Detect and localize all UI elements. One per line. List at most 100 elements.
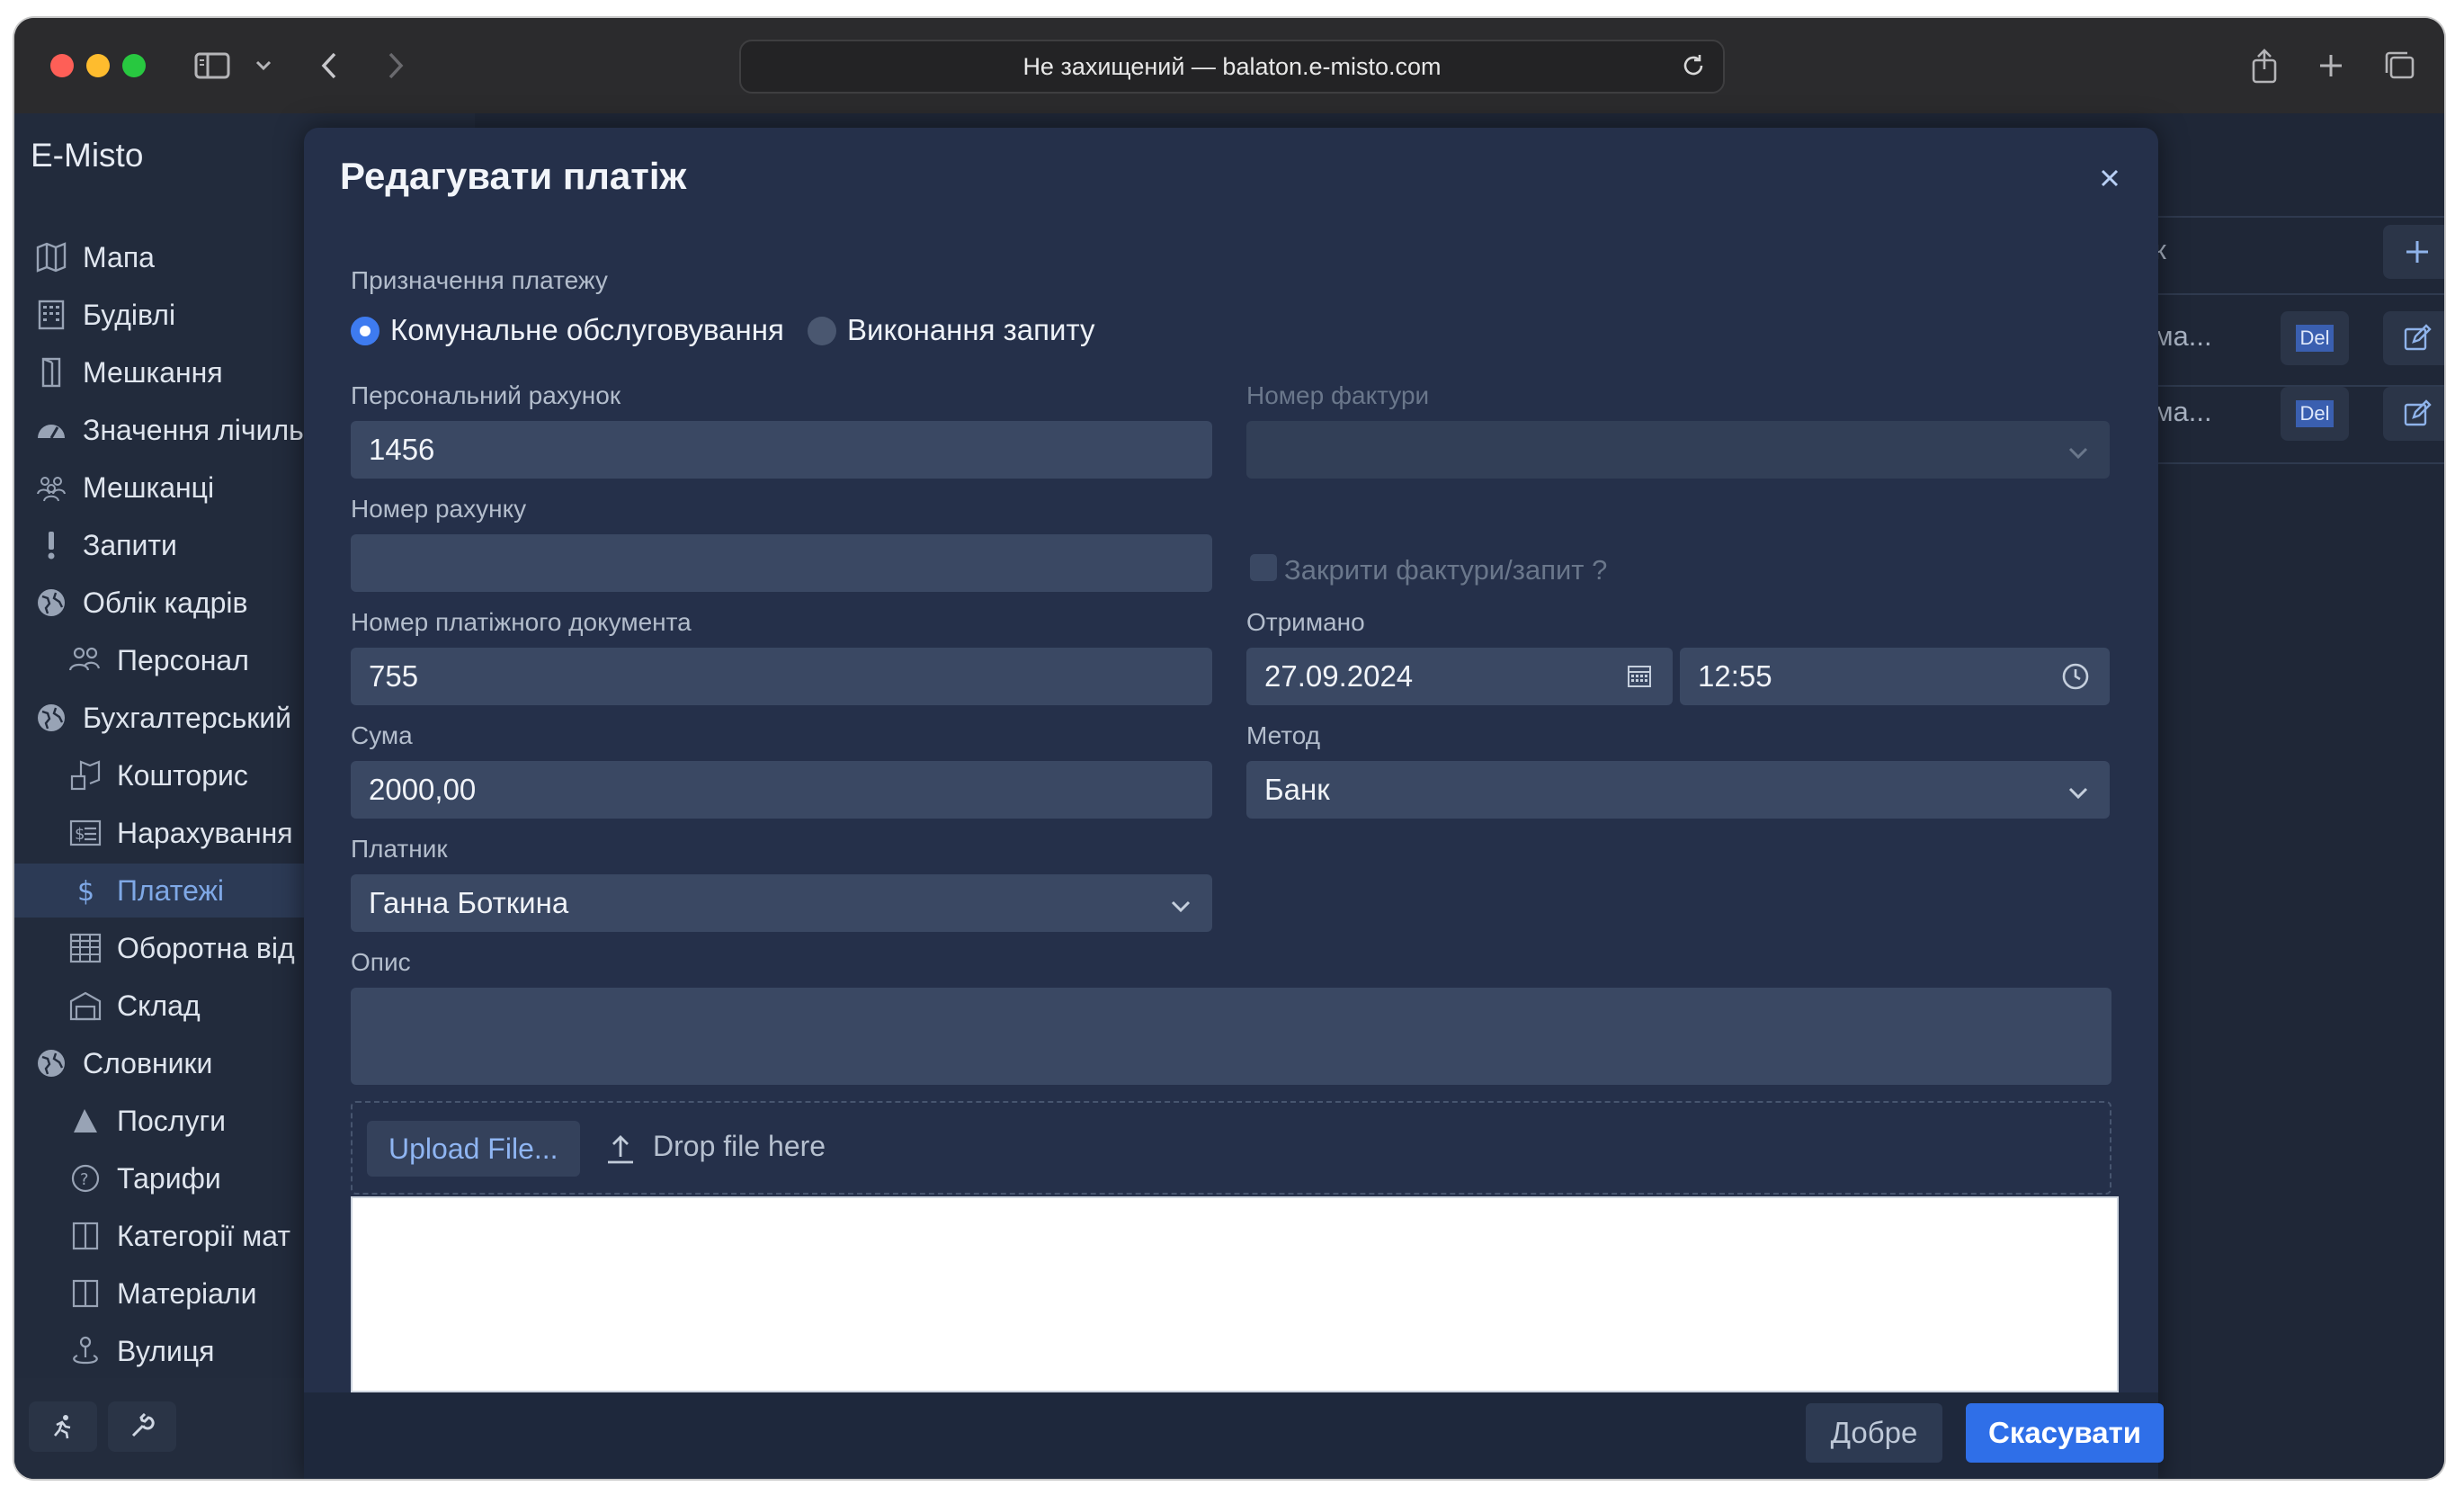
clock-icon[interactable] xyxy=(2061,662,2090,698)
reload-icon[interactable] xyxy=(1680,52,1707,85)
minimize-window-button[interactable] xyxy=(86,54,110,77)
payment-doc-value: 755 xyxy=(369,659,419,693)
chevron-down-icon xyxy=(2067,437,2090,471)
new-tab-icon[interactable] xyxy=(2311,45,2351,86)
radio-request[interactable] xyxy=(808,317,836,345)
dialog-footer: Добре Скасувати xyxy=(304,1392,2164,1479)
del-icon: Del xyxy=(2296,400,2334,427)
edit-icon xyxy=(2404,324,2432,351)
delete-button[interactable]: Del xyxy=(2281,311,2349,365)
received-time-field[interactable]: 12:55 xyxy=(1680,648,2110,705)
del-icon: Del xyxy=(2296,325,2334,352)
sidebar-item-label: Платежі xyxy=(117,873,225,907)
personal-account-field[interactable]: 1456 xyxy=(351,421,1212,479)
sidebar-item-label: Тарифи xyxy=(117,1161,221,1195)
method-label: Метод xyxy=(1246,721,1321,749)
radio-request-label[interactable]: Виконання запиту xyxy=(847,313,1094,347)
settings-button[interactable] xyxy=(108,1401,176,1452)
account-number-field[interactable] xyxy=(351,534,1212,592)
method-select[interactable]: Банк xyxy=(1246,761,2110,819)
browser-toolbar: Не захищений — balaton.e-misto.com xyxy=(14,18,2444,115)
personal-account-label: Персональний рахунок xyxy=(351,381,621,409)
dollar-icon: $ xyxy=(65,870,106,911)
chevron-down-icon xyxy=(2067,777,2090,811)
cancel-button[interactable]: Скасувати xyxy=(1966,1403,2164,1463)
sidebar-item-label: Бухгалтерський xyxy=(83,701,292,734)
purpose-label: Призначення платежу xyxy=(351,266,608,294)
sidebar-item-label: Мапа xyxy=(83,240,155,273)
question-icon: ? xyxy=(65,1158,106,1199)
ok-button[interactable]: Добре xyxy=(1806,1403,1942,1463)
svg-text:$: $ xyxy=(77,876,94,908)
warehouse-icon xyxy=(65,985,106,1026)
add-button[interactable] xyxy=(2383,225,2444,279)
payer-value: Ганна Боткина xyxy=(369,886,569,919)
calendar-icon[interactable] xyxy=(1626,662,1653,696)
edit-button[interactable] xyxy=(2383,387,2444,441)
columns-icon xyxy=(65,1273,106,1314)
url-text: Не захищений — balaton.e-misto.com xyxy=(1022,52,1442,80)
file-preview-area xyxy=(351,1196,2119,1392)
sidebar-item-label: Облік кадрів xyxy=(83,586,248,619)
close-invoices-label: Закрити фактури/запит ? xyxy=(1284,554,1608,586)
browser-window: Не захищений — balaton.e-misto.com E-Mis… xyxy=(14,18,2444,1479)
exclamation-icon xyxy=(31,524,72,566)
delete-button[interactable]: Del xyxy=(2281,387,2349,441)
svg-text:?: ? xyxy=(80,1170,89,1189)
received-label: Отримано xyxy=(1246,608,1365,636)
upload-icon xyxy=(604,1133,637,1170)
sidebar-item-label: Будівлі xyxy=(83,298,176,331)
edit-button[interactable] xyxy=(2383,311,2444,365)
services-icon xyxy=(65,1100,106,1141)
upload-file-button[interactable]: Upload File... xyxy=(367,1121,580,1177)
amount-field[interactable]: 2000,00 xyxy=(351,761,1212,819)
dialog-title: Редагувати платіж xyxy=(340,155,687,197)
sidebar-item-label: Кошторис xyxy=(117,758,248,792)
description-field[interactable] xyxy=(351,988,2111,1085)
staff-icon xyxy=(65,640,106,681)
file-drop-zone[interactable]: Upload File... Drop file here xyxy=(351,1101,2111,1195)
amount-label: Сума xyxy=(351,721,413,749)
chevron-down-icon[interactable] xyxy=(250,45,277,86)
run-button[interactable] xyxy=(29,1401,97,1452)
brand-logo-text: E-Misto xyxy=(31,137,144,174)
payment-doc-field[interactable]: 755 xyxy=(351,648,1212,705)
sidebar-item-label: Значення лічильн xyxy=(83,413,320,446)
estimate-icon xyxy=(65,755,106,796)
chevron-down-icon xyxy=(1169,891,1192,925)
door-icon xyxy=(31,352,72,393)
back-icon[interactable] xyxy=(311,45,347,86)
payment-doc-label: Номер платіжного документа xyxy=(351,608,692,636)
svg-text:$: $ xyxy=(75,825,85,844)
globe-icon xyxy=(31,1043,72,1084)
account-number-label: Номер рахунку xyxy=(351,495,527,523)
running-icon xyxy=(54,1415,71,1439)
globe-icon xyxy=(31,697,72,739)
radio-utilities-label[interactable]: Комунальне обслуговування xyxy=(390,313,784,347)
edit-payment-dialog: Редагувати платіж Призначення платежу Ко… xyxy=(304,128,2164,1479)
gauge-icon xyxy=(31,409,72,451)
building-icon xyxy=(31,294,72,336)
sidebar-toggle-icon[interactable] xyxy=(191,45,234,86)
close-window-button[interactable] xyxy=(50,54,74,77)
close-invoices-checkbox[interactable] xyxy=(1250,554,1277,581)
sidebar-item-label: Матеріали xyxy=(117,1276,257,1310)
radio-utilities[interactable] xyxy=(351,317,379,345)
payer-select[interactable]: Ганна Боткина xyxy=(351,874,1212,932)
tab-overview-icon[interactable] xyxy=(2379,45,2419,86)
description-label: Опис xyxy=(351,948,411,976)
sidebar-item-label: Запити xyxy=(83,528,177,561)
received-date-field[interactable]: 27.09.2024 xyxy=(1246,648,1673,705)
globe-icon xyxy=(31,582,72,623)
close-icon[interactable] xyxy=(2092,160,2128,196)
drop-file-text: Drop file here xyxy=(653,1130,826,1162)
sidebar-item-label: Категорії мат xyxy=(117,1219,291,1252)
zoom-window-button[interactable] xyxy=(122,54,146,77)
sidebar-item-label: Мешканці xyxy=(83,470,215,504)
share-icon[interactable] xyxy=(2245,45,2284,86)
plus-icon xyxy=(2406,241,2428,263)
address-bar[interactable]: Не захищений — balaton.e-misto.com xyxy=(739,40,1725,94)
forward-icon[interactable] xyxy=(378,45,414,86)
location-icon xyxy=(65,1330,106,1372)
invoice-number-select[interactable] xyxy=(1246,421,2110,479)
